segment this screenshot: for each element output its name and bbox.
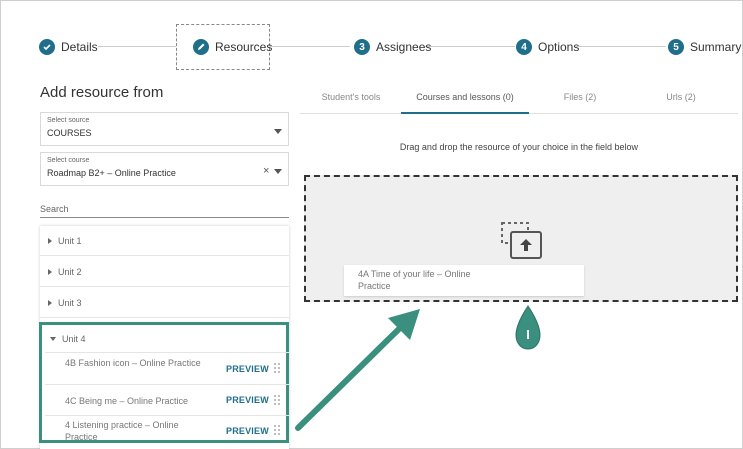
step-label: Resources	[215, 40, 273, 54]
unit-label: Unit 1	[58, 235, 82, 246]
arrow-icon	[290, 304, 430, 434]
unit-row[interactable]: Unit 4	[42, 325, 286, 352]
step-connector	[270, 46, 350, 47]
step-label: Options	[538, 40, 580, 54]
lesson-title: 4 Listening practice – Online Practice	[65, 420, 179, 442]
lesson-title: 4B Fashion icon – Online Practice	[65, 358, 201, 368]
select-value: Roadmap B2+ – Online Practice	[47, 168, 176, 178]
tab-urls[interactable]: Urls (2)	[640, 92, 722, 102]
lesson-row[interactable]: 4C Being me – Online Practice PREVIEW	[45, 384, 289, 415]
pin-label: I	[526, 327, 530, 342]
search-input[interactable]: Search	[40, 204, 289, 218]
drag-handle-icon[interactable]	[274, 425, 280, 435]
stepper: Details Resources 3 Assignees 4 Options …	[0, 0, 743, 80]
step-details[interactable]: Details	[39, 38, 98, 56]
pencil-icon	[193, 39, 209, 55]
step-assignees[interactable]: 3 Assignees	[354, 38, 431, 56]
dropzone-instruction: Drag and drop the resource of your choic…	[399, 142, 639, 152]
preview-button[interactable]: PREVIEW	[226, 426, 269, 436]
step-number: 5	[668, 39, 684, 55]
step-label: Details	[61, 40, 98, 54]
chevron-down-icon	[274, 129, 282, 134]
caret-right-icon	[48, 268, 52, 275]
unit-row[interactable]: Unit 3	[40, 288, 289, 318]
step-summary[interactable]: 5 Summary	[668, 38, 741, 56]
drag-handle-icon[interactable]	[274, 395, 280, 405]
step-connector	[425, 46, 515, 47]
unit-4-highlight: Unit 4 4B Fashion icon – Online Practice…	[39, 322, 289, 443]
dragged-resource-card[interactable]: 4A Time of your life – Online Practice	[344, 265, 584, 296]
unit-label: Unit 3	[58, 297, 82, 308]
resource-tabs: Student's tools Courses and lessons (0) …	[300, 86, 738, 114]
preview-button[interactable]: PREVIEW	[226, 395, 269, 405]
clear-icon[interactable]: ×	[263, 165, 269, 177]
lesson-title: 4C Being me – Online Practice	[65, 396, 189, 406]
unit-label: Unit 2	[58, 266, 82, 277]
preview-button[interactable]: PREVIEW	[226, 364, 269, 374]
lesson-row[interactable]: 4B Fashion icon – Online Practice PREVIE…	[45, 352, 289, 383]
caret-right-icon	[48, 237, 52, 244]
lesson-row[interactable]: 4 Listening practice – Online Practice P…	[45, 415, 289, 443]
tab-students-tools[interactable]: Student's tools	[310, 92, 392, 102]
check-icon	[39, 39, 55, 55]
active-tab-indicator	[401, 112, 529, 114]
unit-row[interactable]: Unit 2	[40, 257, 289, 287]
annotation-pin-icon: I	[514, 305, 542, 351]
step-label: Assignees	[376, 40, 432, 54]
select-label: Select course	[47, 157, 90, 164]
drag-handle-icon[interactable]	[274, 363, 280, 373]
step-number: 3	[354, 39, 370, 55]
upload-icon	[501, 222, 543, 260]
select-value: COURSES	[47, 128, 92, 138]
step-label: Summary	[690, 40, 742, 54]
unit-row[interactable]: Unit 1	[40, 226, 289, 256]
dragged-resource-title: 4A Time of your life – Online Practice	[358, 269, 471, 291]
step-options[interactable]: 4 Options	[516, 38, 579, 56]
source-select[interactable]: Select source COURSES	[40, 112, 289, 146]
panel-title: Add resource from	[40, 84, 164, 101]
step-resources[interactable]: Resources	[193, 38, 272, 56]
course-select[interactable]: Select course Roadmap B2+ – Online Pract…	[40, 152, 289, 186]
caret-down-icon	[50, 336, 56, 341]
step-number: 4	[516, 39, 532, 55]
caret-right-icon	[48, 299, 52, 306]
tab-files[interactable]: Files (2)	[540, 92, 620, 102]
step-connector	[98, 46, 176, 47]
chevron-down-icon	[274, 169, 282, 174]
unit-label: Unit 4	[62, 333, 86, 344]
tab-courses-and-lessons[interactable]: Courses and lessons (0)	[401, 92, 529, 102]
select-label: Select source	[47, 117, 90, 124]
step-connector	[576, 46, 666, 47]
